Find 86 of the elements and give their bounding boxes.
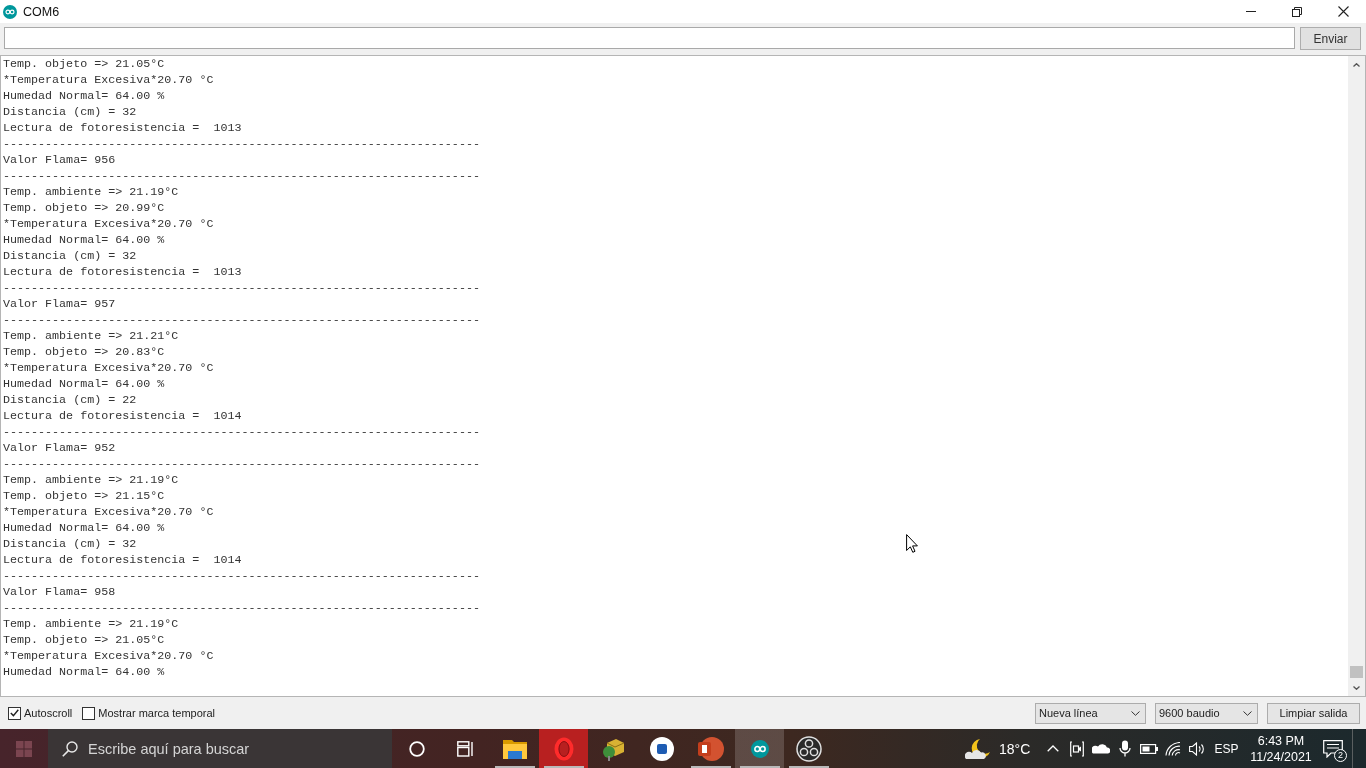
moon-cloud-icon[interactable] [965, 737, 993, 760]
output-line: Distancia (cm) = 32 [3, 104, 137, 120]
output-line: -------------------------------------------------------------------- [3, 456, 480, 472]
taskbar-button[interactable] [735, 729, 784, 768]
infinity-icon [3, 4, 17, 19]
cloud-icon[interactable] [1092, 743, 1110, 754]
video-camera-icon[interactable] [1070, 740, 1084, 757]
folder-icon [502, 738, 527, 759]
output-line: Humedad Normal= 64.00 % [3, 520, 165, 536]
restore-icon [1292, 6, 1302, 17]
output-line: Distancia (cm) = 32 [3, 248, 137, 264]
chevron-up-icon[interactable] [1353, 62, 1360, 67]
windows-logo-icon [16, 740, 32, 757]
oval-ring-icon [553, 736, 574, 761]
clear-output-button[interactable]: Limpiar salida [1267, 702, 1360, 724]
infinity-icon [750, 739, 769, 758]
mouse-pointer-icon [906, 534, 918, 553]
chevron-down-icon [1131, 710, 1140, 716]
ring-icon [408, 740, 425, 757]
output-line: -------------------------------------------------------------------- [3, 600, 480, 616]
output-line: Lectura de fotoresistencia = 1014 [3, 552, 242, 568]
search-field[interactable]: Escribe aquí para buscar [48, 729, 392, 768]
checkbox[interactable] [82, 706, 96, 720]
output-line: *Temperatura Excesiva*20.70 °C [3, 216, 214, 232]
output-line: Lectura de fotoresistencia = 1013 [3, 120, 242, 136]
output-line: -------------------------------------------------------------------- [3, 312, 480, 328]
speaker-icon[interactable] [1188, 741, 1206, 756]
output-line: Temp. ambiente => 21.19°C [3, 616, 179, 632]
search-icon[interactable] [62, 740, 78, 757]
output-line: *Temperatura Excesiva*20.70 °C [3, 360, 214, 376]
window-title: COM6 [23, 4, 60, 19]
output-line: Temp. ambiente => 21.19°C [3, 472, 179, 488]
presentation-icon [697, 736, 724, 761]
minimize-icon [1246, 11, 1256, 12]
output-line: Valor Flama= 958 [3, 584, 116, 600]
output-line: Valor Flama= 956 [3, 152, 116, 168]
output-line: Temp. objeto => 20.83°C [3, 344, 165, 360]
cube-icon [600, 736, 625, 761]
task-view-icon [456, 740, 475, 757]
scrollbar[interactable] [1348, 56, 1365, 696]
output-line: -------------------------------------------------------------------- [3, 136, 480, 152]
checkbox-label: Mostrar marca temporal [98, 707, 216, 719]
output-line: Humedad Normal= 64.00 % [3, 376, 165, 392]
output-line: Distancia (cm) = 22 [3, 392, 137, 408]
output-line: Temp. objeto => 21.05°C [3, 56, 165, 72]
output-line: -------------------------------------------------------------------- [3, 168, 480, 184]
output-line: Lectura de fotoresistencia = 1014 [3, 408, 242, 424]
output-line: Humedad Normal= 64.00 % [3, 232, 165, 248]
scrollbar-thumb[interactable] [1350, 666, 1363, 678]
checkbox[interactable] [8, 706, 21, 720]
output-line: Valor Flama= 952 [3, 440, 116, 456]
chevron-down-icon [1243, 710, 1252, 716]
battery-icon[interactable] [1140, 743, 1158, 754]
output-line: *Temperatura Excesiva*20.70 °C [3, 648, 214, 664]
checkmark-icon [10, 709, 19, 717]
message-input[interactable] [4, 27, 1295, 49]
output-line: Lectura de fotoresistencia = 1013 [3, 264, 242, 280]
clock-date[interactable]: 11/24/2021 [1250, 748, 1312, 765]
ring-with-dots-icon [795, 735, 822, 762]
output-line: Temp. objeto => 21.05°C [3, 632, 165, 648]
output-line: -------------------------------------------------------------------- [3, 568, 480, 584]
output-line: Valor Flama= 957 [3, 296, 116, 312]
output-line: Temp. objeto => 20.99°C [3, 200, 165, 216]
notification-count: 2 [1334, 749, 1347, 762]
output-line: *Temperatura Excesiva*20.70 °C [3, 72, 214, 88]
temperature-label[interactable]: 18°C [996, 740, 1036, 757]
language-indicator[interactable]: ESP [1209, 741, 1244, 756]
line-ending-dropdown[interactable]: Nueva línea [1035, 702, 1146, 724]
microphone-icon[interactable] [1119, 740, 1131, 757]
wifi-icon[interactable] [1165, 741, 1181, 756]
close-icon [1337, 6, 1349, 17]
output-line: Humedad Normal= 64.00 % [3, 664, 165, 680]
clock-time[interactable]: 6:43 PM [1257, 732, 1305, 749]
output-line: Temp. ambiente => 21.19°C [3, 184, 179, 200]
output-line: *Temperatura Excesiva*20.70 °C [3, 504, 214, 520]
chevron-down-icon[interactable] [1353, 685, 1360, 690]
output-line: -------------------------------------------------------------------- [3, 424, 480, 440]
checkbox-label: Autoscroll [24, 707, 73, 719]
output-line: Temp. objeto => 21.15°C [3, 488, 165, 504]
send-button[interactable]: Enviar [1300, 27, 1361, 50]
output-line: -------------------------------------------------------------------- [3, 280, 480, 296]
output-line: Humedad Normal= 64.00 % [3, 88, 165, 104]
speech-bubble-icon[interactable] [1323, 739, 1343, 758]
baud-rate-dropdown[interactable]: 9600 baudio [1155, 702, 1258, 724]
output-line: Temp. ambiente => 21.21°C [3, 328, 179, 344]
output-line: Distancia (cm) = 32 [3, 536, 137, 552]
